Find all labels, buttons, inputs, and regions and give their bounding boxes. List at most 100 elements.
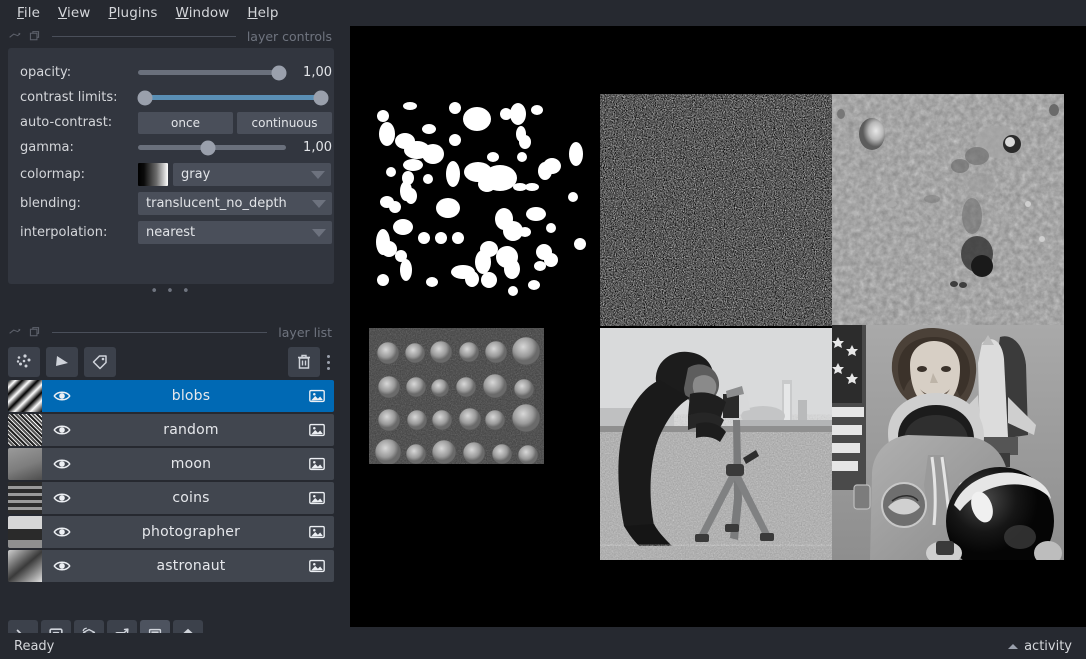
layer-visibility-toggle[interactable] — [42, 420, 82, 440]
interpolation-value: nearest — [146, 225, 196, 240]
float-dock-icon[interactable] — [8, 30, 21, 43]
layer-rows: blobs random moon coins photographer astronau… — [8, 380, 334, 582]
layer-controls-panel: opacity: 1,00 contrast limits: auto-cont… — [8, 48, 334, 284]
layer-row-astronaut[interactable]: astronaut — [8, 550, 334, 582]
gamma-value: 1,00 — [303, 140, 332, 155]
layer-name-label: astronaut — [156, 558, 226, 574]
layer-list-menu-button[interactable] — [322, 354, 334, 370]
colormap-combobox[interactable]: gray — [173, 163, 331, 186]
auto-contrast-once-button[interactable]: once — [138, 111, 233, 134]
status-bar: Ready activity — [0, 633, 1086, 659]
opacity-slider[interactable] — [138, 63, 287, 83]
canvas-tile-moon — [832, 94, 1064, 326]
layer-row-coins[interactable]: coins — [8, 482, 334, 514]
layer-visibility-toggle[interactable] — [42, 454, 82, 474]
layer-visibility-toggle[interactable] — [42, 488, 82, 508]
interpolation-combobox[interactable]: nearest — [138, 221, 332, 244]
canvas-tile-coins — [369, 328, 544, 464]
layer-row-moon[interactable]: moon — [8, 448, 334, 480]
chevron-up-icon — [1008, 643, 1019, 649]
trash-icon — [298, 354, 310, 369]
colormap-row: colormap: gray — [20, 160, 331, 189]
canvas-tile-photographer — [600, 328, 832, 560]
chevron-down-icon — [312, 228, 326, 237]
eye-icon — [53, 527, 71, 537]
close-dock-icon[interactable] — [28, 326, 41, 339]
menu-bar: File View Plugins Window Help — [0, 0, 1086, 26]
blending-label: blending: — [20, 196, 81, 211]
contrast-limits-slider[interactable] — [137, 88, 329, 108]
auto-contrast-row: auto-contrast: once continuous — [20, 110, 332, 135]
moon-image — [832, 94, 1064, 326]
menu-plugins[interactable]: Plugins — [99, 3, 166, 23]
menu-window[interactable]: Window — [167, 3, 239, 23]
canvas-tile-blobs — [365, 94, 599, 327]
layer-visibility-toggle[interactable] — [42, 556, 82, 576]
opacity-row: opacity: 1,00 — [20, 60, 332, 85]
interpolation-label: interpolation: — [20, 225, 108, 240]
layer-name-label: moon — [170, 456, 212, 472]
canvas-tile-random — [600, 94, 832, 326]
delete-layer-button[interactable] — [288, 347, 320, 377]
contrast-limits-row: contrast limits: — [20, 85, 329, 110]
labels-icon — [92, 355, 107, 370]
viewer-canvas[interactable] — [350, 26, 1086, 627]
blobs-image — [365, 94, 599, 327]
canvas-tile-astronaut — [832, 325, 1064, 560]
layer-row-random[interactable]: random — [8, 414, 334, 446]
titlebar-divider — [52, 35, 236, 37]
layer-thumbnail — [8, 482, 42, 514]
colormap-label: colormap: — [20, 167, 86, 182]
blending-row: blending: translucent_no_depth — [20, 189, 332, 218]
float-dock-icon[interactable] — [8, 326, 21, 339]
astronaut-image — [832, 325, 1064, 560]
random-image — [600, 94, 832, 326]
layer-name-label: blobs — [171, 388, 211, 404]
layer-controls-title: layer controls — [246, 28, 332, 44]
new-labels-layer-button[interactable] — [84, 347, 116, 377]
layer-list-titlebar: layer list — [0, 322, 342, 342]
menu-help[interactable]: Help — [238, 3, 287, 23]
gamma-row: gamma: 1,00 — [20, 135, 332, 160]
chevron-down-icon — [312, 199, 326, 208]
layer-row-photographer[interactable]: photographer — [8, 516, 334, 548]
layer-row-blobs[interactable]: blobs — [8, 380, 334, 412]
layer-name-label: photographer — [141, 524, 241, 540]
close-dock-icon[interactable] — [28, 30, 41, 43]
layer-list-panel: blobs random moon coins photographer astronau… — [8, 344, 334, 604]
layer-visibility-toggle[interactable] — [42, 386, 82, 406]
gamma-slider[interactable] — [138, 138, 286, 158]
layer-thumbnail — [8, 550, 42, 582]
colormap-swatch — [138, 163, 168, 186]
contrast-low-handle — [137, 90, 153, 105]
menu-file[interactable]: File — [8, 3, 49, 23]
points-icon — [16, 354, 31, 368]
new-points-layer-button[interactable] — [8, 347, 40, 377]
image-layer-type-icon — [300, 455, 334, 473]
layer-thumbnail — [8, 516, 42, 548]
contrast-limits-label: contrast limits: — [20, 90, 118, 105]
image-layer-type-icon — [300, 387, 334, 405]
blending-value: translucent_no_depth — [146, 196, 287, 211]
new-shapes-layer-button[interactable] — [46, 347, 78, 377]
auto-contrast-continuous-button[interactable]: continuous — [237, 111, 332, 134]
chevron-down-icon — [311, 170, 325, 179]
layer-list-toolbar — [8, 344, 334, 380]
layer-controls-titlebar: layer controls — [0, 26, 342, 46]
layer-thumbnail — [8, 380, 42, 412]
layer-visibility-toggle[interactable] — [42, 522, 82, 542]
layer-name-label: random — [163, 422, 219, 438]
eye-icon — [53, 459, 71, 469]
status-text: Ready — [14, 638, 55, 654]
blending-combobox[interactable]: translucent_no_depth — [138, 192, 332, 215]
eye-icon — [53, 561, 71, 571]
gamma-label: gamma: — [20, 140, 74, 155]
menu-view[interactable]: View — [49, 3, 99, 23]
panel-resize-handle[interactable]: • • • — [0, 285, 342, 298]
activity-button[interactable]: activity — [1008, 639, 1072, 654]
opacity-value: 1,00 — [303, 65, 332, 80]
shapes-icon — [56, 356, 68, 366]
eye-icon — [53, 391, 71, 401]
opacity-label: opacity: — [20, 65, 72, 80]
titlebar-divider — [52, 331, 268, 333]
